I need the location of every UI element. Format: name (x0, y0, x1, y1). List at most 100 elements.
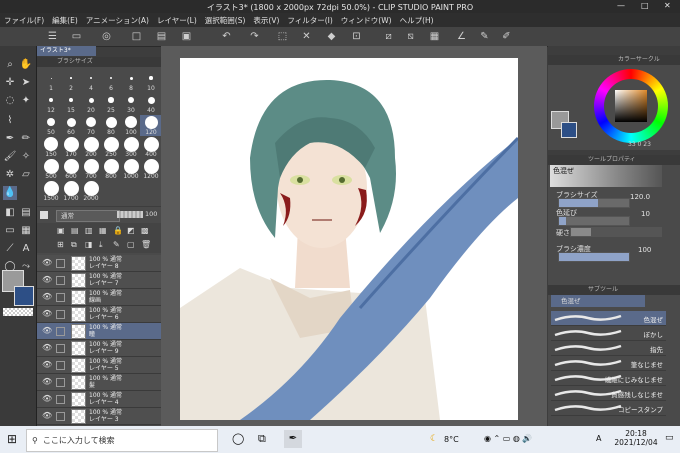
sub-tool-group[interactable]: 色混ぜ (551, 295, 645, 307)
zoom-icon[interactable]: ⌕ (3, 58, 17, 72)
sub-tool-item[interactable]: 繊維にじみなじませ (551, 371, 666, 386)
clip-studio-taskbar-icon[interactable]: ✒ (284, 430, 302, 448)
airbrush-icon[interactable]: ✧ (19, 150, 33, 164)
blend-mode-select[interactable]: 通常 (56, 210, 120, 222)
eye-icon[interactable]: 👁 (42, 326, 52, 335)
new-vector-layer-icon[interactable]: ▤ (71, 226, 79, 235)
brush-size-20[interactable]: 20 (80, 93, 102, 114)
lasso-icon[interactable]: ◌ (3, 94, 17, 108)
clip-studio-icon[interactable]: ◎ (100, 30, 113, 43)
cortana-icon[interactable]: ◯ (232, 432, 244, 445)
fill-icon[interactable]: ◆ (325, 30, 338, 43)
snap-ruler-icon[interactable]: ⧅ (404, 30, 417, 43)
brush-size-10[interactable]: 10 (140, 71, 162, 92)
brush-icon[interactable]: 🖌 (3, 150, 17, 164)
brush-size-300[interactable]: 300 (120, 136, 142, 158)
eye-icon[interactable]: 👁 (42, 275, 52, 284)
taskbar-search[interactable]: ⚲ ここに入力して検索 (26, 429, 218, 452)
layer-lock-checkbox[interactable] (56, 395, 65, 404)
brush-size-2[interactable]: 2 (60, 71, 82, 92)
hand-icon[interactable]: ✋ (19, 58, 33, 72)
layer-lock-checkbox[interactable] (56, 344, 65, 353)
brush-size-70[interactable]: 70 (80, 115, 102, 136)
eye-icon[interactable]: 👁 (42, 360, 52, 369)
object-icon[interactable]: ➤ (19, 76, 33, 90)
brush-size-12[interactable]: 12 (40, 93, 62, 114)
brush-size-700[interactable]: 700 (80, 158, 102, 180)
minimize-button[interactable]: — (617, 1, 625, 10)
clock[interactable]: 20:18 2021/12/04 (612, 429, 660, 447)
undo-icon[interactable]: ↶ (220, 30, 233, 43)
windows-start-icon[interactable]: ⊞ (7, 432, 17, 446)
brush-size-400[interactable]: 400 (140, 136, 162, 158)
decoration-icon[interactable]: ✲ (3, 168, 17, 182)
text-icon[interactable]: A (19, 242, 33, 256)
brush-size-40[interactable]: 40 (140, 93, 162, 114)
layer-row[interactable]: 👁 100 % 通常髪 (37, 374, 161, 391)
close-button[interactable]: ✕ (664, 1, 671, 10)
copy-layer-icon[interactable]: ⧉ (71, 240, 77, 250)
fill-bucket-icon[interactable]: ◧ (3, 206, 17, 220)
ref-icon[interactable]: ▩ (141, 226, 149, 235)
brush-size-1500[interactable]: 1500 (40, 180, 62, 202)
menu-layer[interactable]: レイヤー(L) (153, 13, 201, 28)
transparent-color-swatch[interactable] (3, 308, 33, 316)
layer-row[interactable]: 👁 100 % 通常 レイヤー 6 (37, 306, 161, 323)
layer-row[interactable]: 👁 100 % 通常 レイヤー 3 (37, 408, 161, 425)
pencil-icon[interactable]: ✏ (19, 132, 33, 146)
delete-layer-icon[interactable]: 🗑 (141, 240, 151, 249)
move-icon[interactable]: ✛ (3, 76, 17, 90)
snap-grid-icon[interactable]: ▦ (428, 30, 441, 43)
eye-icon[interactable]: 👁 (42, 309, 52, 318)
brush-size-80[interactable]: 80 (100, 115, 122, 136)
mask-icon[interactable]: ◩ (127, 226, 135, 235)
layer-lock-checkbox[interactable] (56, 259, 65, 268)
layer-row[interactable]: 👁 100 % 通常 線画 (37, 289, 161, 306)
layer-row[interactable]: 👁 100 % 通常 レイヤー 7 (37, 272, 161, 289)
brush-size-200[interactable]: 200 (80, 136, 102, 158)
pen-pressure-icon[interactable]: ✐ (500, 30, 513, 43)
eye-icon[interactable]: 👁 (42, 394, 52, 403)
task-view-icon[interactable]: ⧉ (258, 432, 266, 446)
brush-size-1200[interactable]: 1200 (140, 158, 162, 180)
brush-size-60[interactable]: 60 (60, 115, 82, 136)
new-raster-layer-icon[interactable]: ▣ (57, 226, 65, 235)
ime-indicator[interactable]: A (596, 434, 601, 443)
sub-tool-item[interactable]: ぼかし (551, 326, 666, 341)
new-file-icon[interactable]: ▭ (70, 30, 83, 43)
brush-size-1000[interactable]: 1000 (120, 158, 142, 180)
layer-row[interactable]: 👁 100 % 通常 レイヤー 9 (37, 340, 161, 357)
document-tab[interactable]: イラスト3* (37, 46, 96, 56)
brush-size-8[interactable]: 8 (120, 71, 142, 92)
merge-icon[interactable]: ⊞ (57, 240, 64, 249)
menu-edit[interactable]: 編集(E) (48, 13, 82, 28)
figure-icon[interactable]: ▭ (3, 224, 17, 238)
menu-view[interactable]: 表示(V) (249, 13, 283, 28)
brush-size-15[interactable]: 15 (60, 93, 82, 114)
draft-icon[interactable]: ✎ (113, 240, 120, 249)
menu-window[interactable]: ウィンドウ(W) (337, 13, 396, 28)
sub-tool-item[interactable]: 質感残しなじませ (551, 386, 666, 401)
layer-row[interactable]: 👁 100 % 通常 レイヤー 5 (37, 357, 161, 374)
brush-size-50[interactable]: 50 (40, 115, 62, 136)
clear-icon[interactable]: ✕ (300, 30, 313, 43)
sub-tool-item[interactable]: 色混ぜ (551, 311, 666, 326)
transfer-icon[interactable]: ⤓ (99, 240, 103, 250)
layer-row[interactable]: 👁 100 % 通常瞳 (37, 323, 161, 340)
layer-lock-checkbox[interactable] (56, 412, 65, 421)
opacity-slider[interactable] (117, 211, 143, 218)
wand-icon[interactable]: ✦ (19, 94, 33, 108)
layer-lock-checkbox[interactable] (56, 310, 65, 319)
layer-row[interactable]: 👁 100 % 通常 レイヤー 4 (37, 391, 161, 408)
brush-size-250[interactable]: 250 (100, 136, 122, 158)
sub-tool-item[interactable]: コピースタンプ (551, 401, 666, 416)
brush-size-30[interactable]: 30 (120, 93, 142, 114)
gradient-icon[interactable]: ▤ (19, 206, 33, 220)
ruler-icon[interactable]: ⟋ (3, 242, 17, 256)
layer-color-icon[interactable] (40, 211, 48, 219)
brush-size-800[interactable]: 800 (100, 158, 122, 180)
eye-icon[interactable]: 👁 (42, 377, 52, 386)
brush-size-150[interactable]: 150 (40, 137, 62, 158)
new-folder-icon[interactable]: ▥ (85, 226, 93, 235)
brush-size-slider[interactable] (558, 198, 630, 208)
